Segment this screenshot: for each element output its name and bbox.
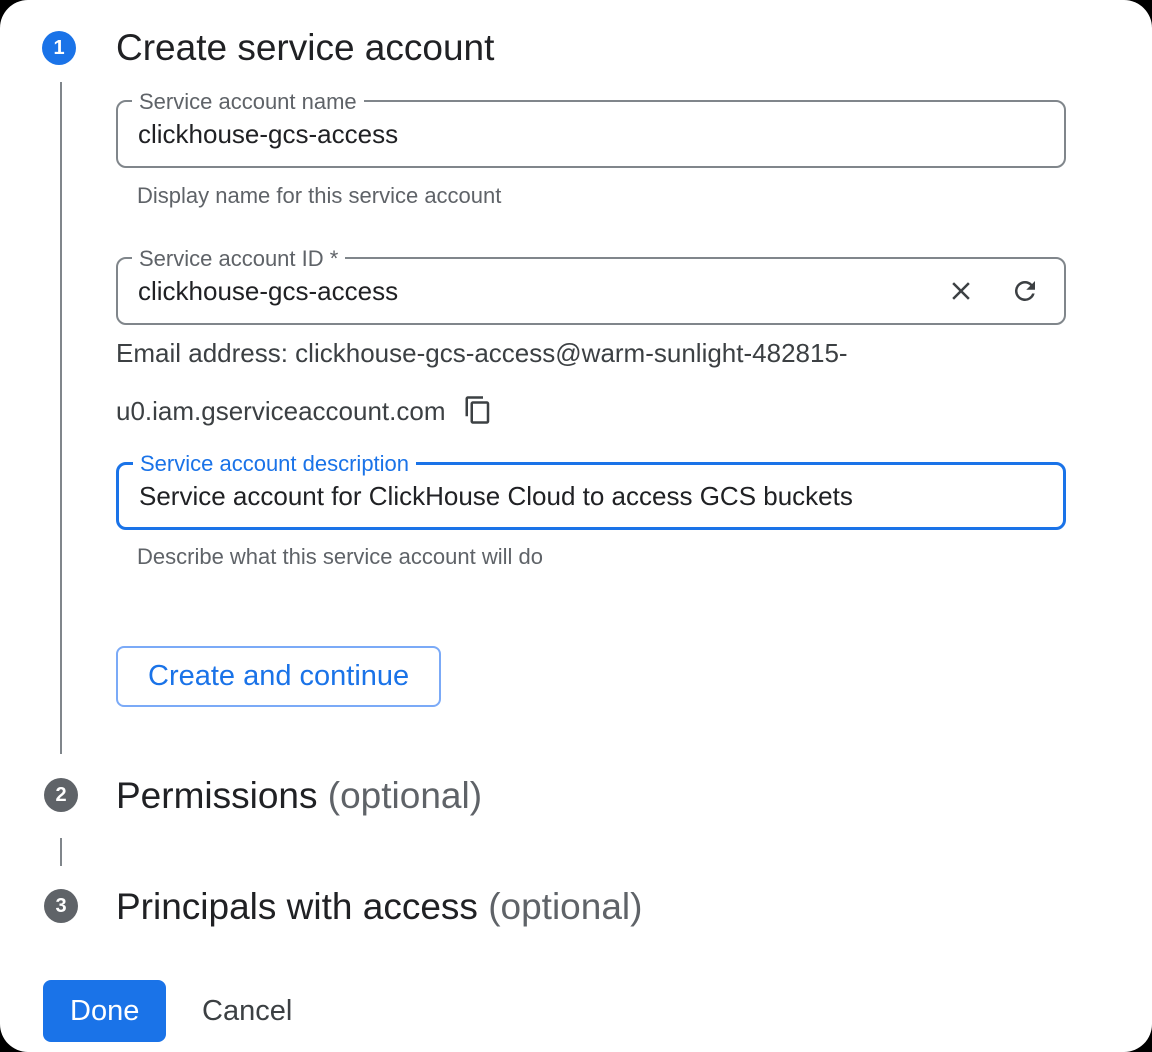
name-helper-text: Display name for this service account [137,183,501,209]
create-service-account-dialog: 1 Create service account Service account… [0,0,1152,1052]
step-2-optional-text: (optional) [328,775,482,816]
step-2-title: Permissions (optional) [116,774,482,818]
step-3-optional-text: (optional) [488,886,642,927]
step-2-title-text: Permissions [116,775,318,816]
service-account-description-field[interactable]: Service account description [116,462,1066,530]
email-line-2: u0.iam.gserviceaccount.com [116,382,848,440]
service-account-id-input[interactable] [118,259,1064,323]
service-account-name-field[interactable]: Service account name [116,100,1066,168]
close-icon[interactable] [944,274,978,308]
copy-icon[interactable] [463,395,493,425]
step-1-indicator: 1 [42,31,76,65]
service-account-description-input[interactable] [119,465,1063,527]
service-account-id-field[interactable]: Service account ID * [116,257,1066,325]
step-3-indicator: 3 [44,889,78,923]
description-helper-text: Describe what this service account will … [137,544,543,570]
step-3-title-text: Principals with access [116,886,478,927]
refresh-icon[interactable] [1008,274,1042,308]
step-connector-line [60,82,62,754]
step-3-title: Principals with access (optional) [116,885,642,929]
cancel-button[interactable]: Cancel [176,980,318,1042]
step-2-indicator: 2 [44,778,78,812]
email-line-1: Email address: clickhouse-gcs-access@war… [116,324,848,382]
create-and-continue-button[interactable]: Create and continue [116,646,441,707]
email-address-text: Email address: clickhouse-gcs-access@war… [116,324,848,440]
step-connector-line-2 [60,838,62,866]
service-account-name-input[interactable] [118,102,1064,166]
page-title: Create service account [116,26,494,70]
done-button[interactable]: Done [43,980,166,1042]
